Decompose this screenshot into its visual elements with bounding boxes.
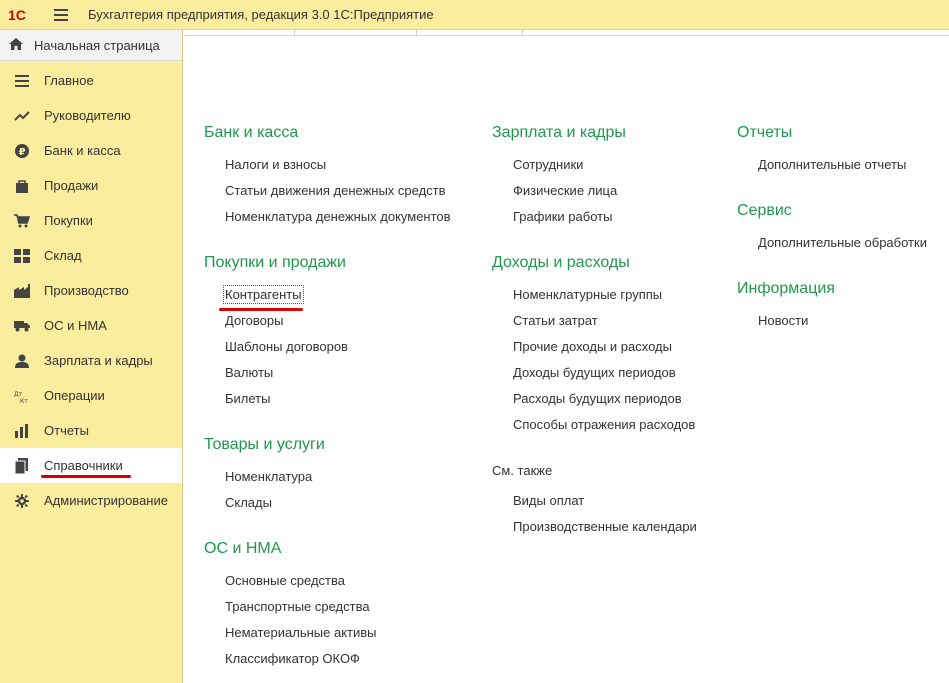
sidebar-item-reports[interactable]: Отчеты <box>0 413 182 448</box>
sidebar-nav: Главное Руководителю ₽ Банк и касса Прод… <box>0 61 182 518</box>
main-menu-icon[interactable] <box>54 8 68 21</box>
sidebar-item-manager[interactable]: Руководителю <box>0 98 182 133</box>
link-nomenclature-groups[interactable]: Номенклатурные группы <box>513 287 662 302</box>
group-title-fixed-assets: ОС и НМА <box>204 540 282 557</box>
highlight-underline <box>219 308 303 311</box>
person-icon <box>14 353 30 369</box>
highlight-underline <box>41 475 131 478</box>
sidebar-item-sales[interactable]: Продажи <box>0 168 182 203</box>
link-news[interactable]: Новости <box>758 313 808 328</box>
link-taxes[interactable]: Налоги и взносы <box>225 157 326 172</box>
link-additional-reports[interactable]: Дополнительные отчеты <box>758 157 906 172</box>
group-title-purchases-sales: Покупки и продажи <box>204 254 346 271</box>
sidebar-item-admin[interactable]: Администрирование <box>0 483 182 518</box>
home-icon <box>8 37 24 54</box>
factory-icon <box>14 283 30 299</box>
group-title-information: Информация <box>737 280 835 297</box>
sidebar-item-production[interactable]: Производство <box>0 273 182 308</box>
svg-text:Дт: Дт <box>14 391 23 398</box>
svg-text:Кт: Кт <box>20 398 28 403</box>
home-label: Начальная страница <box>34 37 160 53</box>
link-cost-items[interactable]: Статьи затрат <box>513 313 598 328</box>
link-production-calendars[interactable]: Производственные календари <box>513 519 697 534</box>
sidebar-item-label: Зарплата и кадры <box>44 353 153 368</box>
trend-icon <box>14 108 30 124</box>
sidebar-item-label: Главное <box>44 73 94 88</box>
group-title-bank: Банк и касса <box>204 124 299 141</box>
link-intangible-assets[interactable]: Нематериальные активы <box>225 625 377 640</box>
app-title: Бухгалтерия предприятия, редакция 3.0 1С… <box>88 7 434 22</box>
link-currencies[interactable]: Валюты <box>225 365 273 380</box>
link-deferred-expenses[interactable]: Расходы будущих периодов <box>513 391 682 406</box>
link-warehouses[interactable]: Склады <box>225 495 272 510</box>
link-contract-templates[interactable]: Шаблоны договоров <box>225 339 348 354</box>
group-title-service: Сервис <box>737 202 792 219</box>
home-page-button[interactable]: Начальная страница <box>0 30 182 61</box>
see-also-title: См. также <box>492 463 553 478</box>
gear-icon <box>14 493 30 509</box>
group-title-income-expenses: Доходы и расходы <box>492 254 630 271</box>
directories-panel: Банк и касса Налоги и взносы Статьи движ… <box>184 36 949 683</box>
sidebar-item-directories[interactable]: Справочники <box>0 448 182 483</box>
link-employees[interactable]: Сотрудники <box>513 157 583 172</box>
dt-kt-icon: Дт Кт <box>14 388 30 404</box>
list-icon <box>14 73 30 89</box>
link-other-income-expenses[interactable]: Прочие доходы и расходы <box>513 339 672 354</box>
link-individuals[interactable]: Физические лица <box>513 183 617 198</box>
title-bar: 1С Бухгалтерия предприятия, редакция 3.0… <box>0 0 949 30</box>
bag-icon <box>14 178 30 194</box>
link-counterparties[interactable]: Контрагенты <box>223 285 304 304</box>
group-title-goods-services: Товары и услуги <box>204 436 325 453</box>
warehouse-icon <box>14 248 30 264</box>
link-tickets[interactable]: Билеты <box>225 391 270 406</box>
group-title-reports: Отчеты <box>737 124 793 141</box>
link-contracts[interactable]: Договоры <box>225 313 283 328</box>
sidebar-item-salary[interactable]: Зарплата и кадры <box>0 343 182 378</box>
link-deferred-income[interactable]: Доходы будущих периодов <box>513 365 676 380</box>
link-work-schedules[interactable]: Графики работы <box>513 209 612 224</box>
sidebar-item-label: Банк и касса <box>44 143 121 158</box>
sidebar-item-label: Покупки <box>44 213 93 228</box>
link-expense-reflection-methods[interactable]: Способы отражения расходов <box>513 417 695 432</box>
sidebar-item-label: Операции <box>44 388 105 403</box>
sidebar-item-bank[interactable]: ₽ Банк и касса <box>0 133 182 168</box>
bar-chart-icon <box>14 423 30 439</box>
link-nomenclature[interactable]: Номенклатура <box>225 469 312 484</box>
cart-icon <box>14 213 30 229</box>
sidebar-item-label: Справочники <box>44 458 123 473</box>
link-okof-classifier[interactable]: Классификатор ОКОФ <box>225 651 360 666</box>
link-fixed-assets[interactable]: Основные средства <box>225 573 345 588</box>
svg-text:₽: ₽ <box>19 147 26 158</box>
sidebar-item-label: Склад <box>44 248 82 263</box>
sidebar-item-main[interactable]: Главное <box>0 63 182 98</box>
sidebar-item-purchases[interactable]: Покупки <box>0 203 182 238</box>
sidebar-item-label: ОС и НМА <box>44 318 107 333</box>
sidebar-item-fixed-assets[interactable]: ОС и НМА <box>0 308 182 343</box>
sidebar: Начальная страница Главное Руководителю … <box>0 30 183 683</box>
link-payment-types[interactable]: Виды оплат <box>513 493 584 508</box>
link-additional-processing[interactable]: Дополнительные обработки <box>758 235 927 250</box>
sidebar-item-operations[interactable]: Дт Кт Операции <box>0 378 182 413</box>
sidebar-item-label: Администрирование <box>44 493 168 508</box>
sidebar-item-label: Отчеты <box>44 423 89 438</box>
sidebar-item-label: Производство <box>44 283 129 298</box>
sidebar-item-label: Руководителю <box>44 108 131 123</box>
ruble-icon: ₽ <box>14 143 30 159</box>
truck-icon <box>14 318 30 334</box>
link-vehicles[interactable]: Транспортные средства <box>225 599 370 614</box>
link-cash-documents[interactable]: Номенклатура денежных документов <box>225 209 451 224</box>
logo-text: 1С <box>8 7 26 23</box>
book-icon <box>14 457 30 474</box>
sidebar-item-label: Продажи <box>44 178 99 193</box>
sidebar-item-warehouse[interactable]: Склад <box>0 238 182 273</box>
group-title-salary: Зарплата и кадры <box>492 124 626 141</box>
link-cashflow-items[interactable]: Статьи движения денежных средств <box>225 183 446 198</box>
1c-logo: 1С <box>8 6 40 24</box>
